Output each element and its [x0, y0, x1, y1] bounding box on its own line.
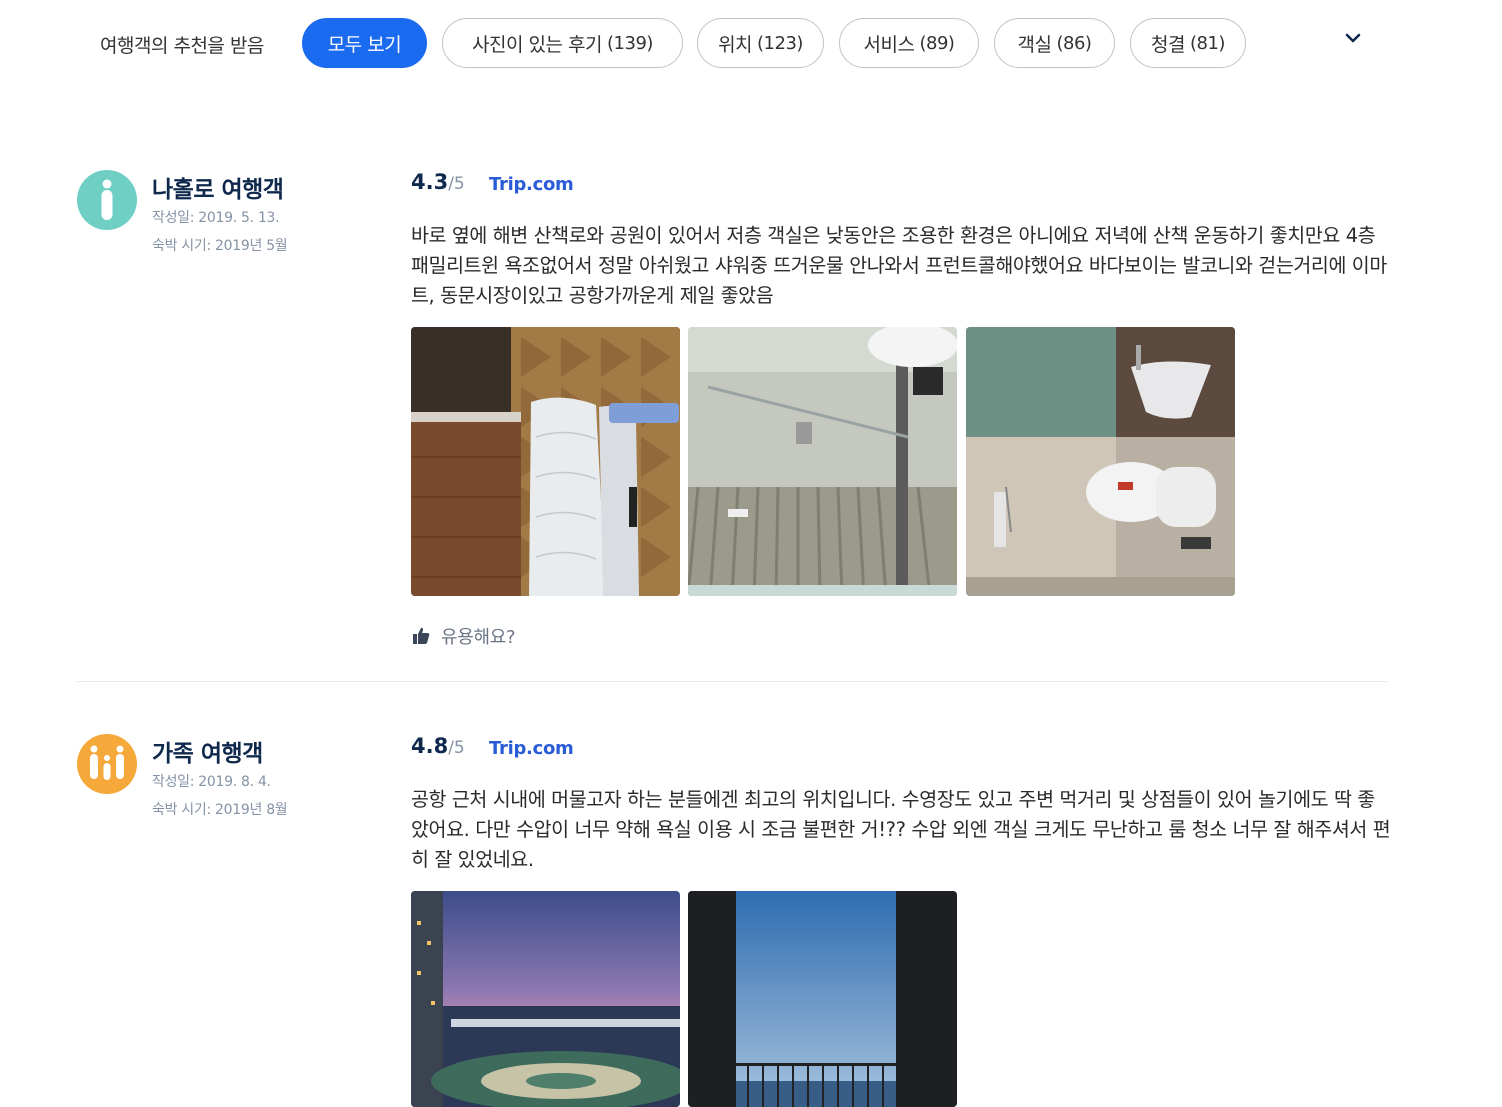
score-max: /5	[448, 738, 465, 758]
review-photo[interactable]	[688, 891, 957, 1107]
filter-chip-count: (81)	[1190, 32, 1225, 54]
review-filter-bar: 여행객의 추천을 받음 모두 보기 사진이 있는 후기 (139) 위치 (12…	[0, 0, 1502, 90]
chevron-down-icon[interactable]	[1344, 30, 1362, 44]
filter-chip-count: (123)	[757, 32, 803, 54]
filter-chip-room[interactable]: 객실 (86)	[994, 18, 1115, 68]
filter-chip-label: 서비스	[863, 33, 915, 56]
review-text: 바로 옆에 해변 산책로와 공원이 있어서 저층 객실은 낮동안은 조용한 환경…	[411, 224, 1387, 307]
filter-chip-cleanliness[interactable]: 청결 (81)	[1130, 18, 1246, 68]
filter-chip-service[interactable]: 서비스 (89)	[839, 18, 979, 68]
helpful-button[interactable]: 유용해요?	[411, 624, 516, 648]
filter-chip-count: (89)	[919, 32, 955, 54]
review-written-date: 작성일: 2019. 8. 4.	[152, 774, 271, 790]
filter-chip-count: (139)	[607, 32, 653, 54]
filter-chip-count: (86)	[1056, 32, 1092, 54]
review-written-date: 작성일: 2019. 5. 13.	[152, 210, 280, 226]
trip-com-logo: Trip.com	[489, 738, 574, 759]
filter-chip-with-photos[interactable]: 사진이 있는 후기 (139)	[442, 18, 683, 68]
filter-chip-label: 사진이 있는 후기	[472, 33, 603, 56]
review-photo[interactable]	[411, 891, 680, 1107]
review-photo[interactable]	[966, 327, 1235, 596]
filter-chip-label: 객실	[1017, 33, 1052, 56]
score-max: /5	[448, 174, 465, 194]
solo-traveler-icon	[77, 170, 137, 230]
helpful-label: 유용해요?	[441, 627, 516, 648]
filter-chip-label: 청결	[1151, 33, 1185, 56]
stay-period: 숙박 시기: 2019년 5월	[152, 238, 288, 254]
filter-chip-label: 위치	[718, 33, 753, 56]
review-photo[interactable]	[688, 327, 957, 596]
review-score: 4.8/5	[411, 734, 465, 758]
filter-chip-all[interactable]: 모두 보기	[302, 18, 427, 68]
thumbs-up-icon	[413, 627, 430, 644]
trip-com-logo: Trip.com	[489, 174, 574, 195]
score-value: 4.8	[411, 734, 449, 758]
score-value: 4.3	[411, 170, 449, 194]
traveler-type: 나홀로 여행객	[152, 177, 284, 203]
review-divider	[77, 681, 1387, 682]
review-text: 공항 근처 시내에 머물고자 하는 분들에겐 최고의 위치입니다. 수영장도 있…	[411, 788, 1391, 871]
review-score: 4.3/5	[411, 170, 465, 194]
filter-chip-label: 모두 보기	[327, 33, 402, 56]
family-traveler-icon	[77, 734, 137, 794]
stay-period: 숙박 시기: 2019년 8월	[152, 802, 288, 818]
review-photo[interactable]	[411, 327, 680, 596]
filter-chip-location[interactable]: 위치 (123)	[697, 18, 824, 68]
traveler-type: 가족 여행객	[152, 741, 263, 767]
filter-label: 여행객의 추천을 받음	[100, 35, 264, 57]
